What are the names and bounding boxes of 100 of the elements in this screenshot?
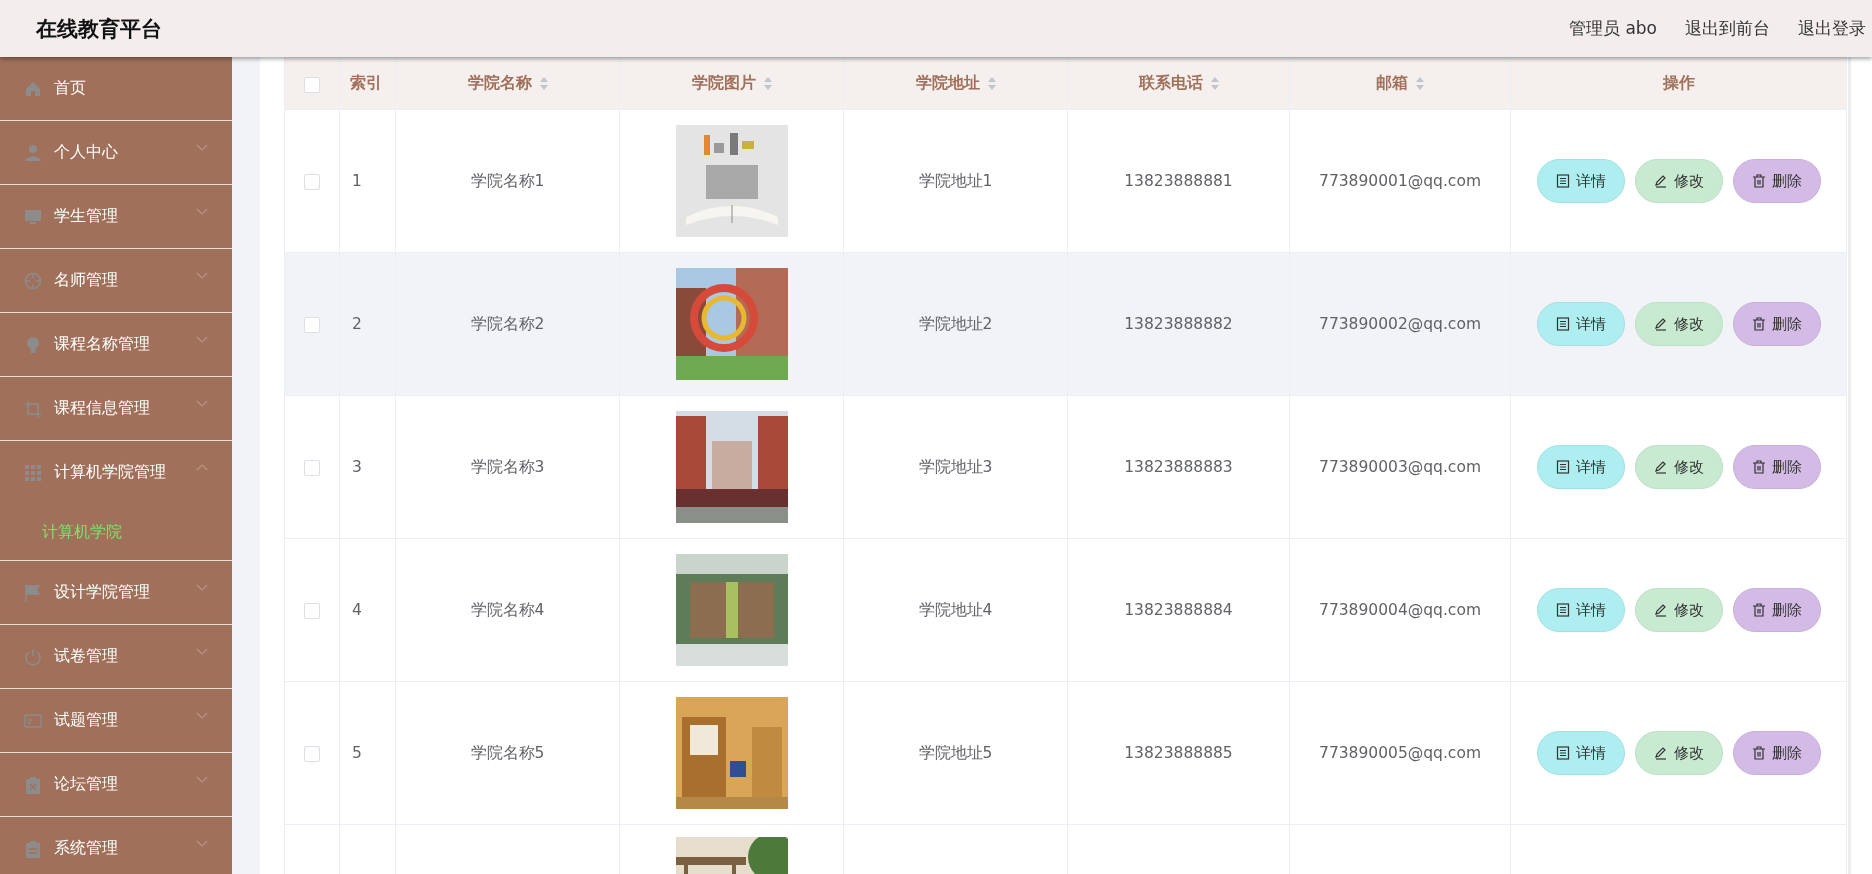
pencil-icon [1653, 317, 1668, 331]
name-cell: 学院名称2 [470, 314, 545, 333]
user-icon [24, 143, 42, 162]
index-cell: 5 [352, 744, 362, 762]
email-cell: 773890003@qq.com [1319, 458, 1481, 476]
row-checkbox[interactable] [304, 317, 320, 333]
flag-icon [24, 583, 42, 602]
details-button[interactable]: 详情 [1536, 588, 1625, 632]
sidebar-item[interactable]: 首页 [0, 57, 232, 120]
edit-button[interactable]: 修改 [1634, 445, 1723, 489]
details-button[interactable]: 详情 [1536, 159, 1625, 203]
document-icon [1555, 460, 1570, 474]
monitor-icon [24, 207, 42, 226]
pencil-icon [1653, 460, 1668, 474]
sidebar-item[interactable]: 试卷管理 [0, 625, 232, 688]
phone-cell: 13823888882 [1124, 315, 1233, 333]
trash-icon [1751, 460, 1766, 474]
address-cell: 学院地址2 [918, 314, 993, 333]
document-icon [1555, 603, 1570, 617]
phone-header[interactable]: 联系电话 [1138, 73, 1203, 94]
edit-button[interactable]: 修改 [1634, 159, 1723, 203]
name-cell: 学院名称4 [470, 600, 545, 619]
front-page-link[interactable]: 退出到前台 [1685, 17, 1770, 40]
name-header[interactable]: 学院名称 [467, 73, 532, 94]
email-header[interactable]: 邮箱 [1376, 73, 1408, 94]
actions-header: 操作 [1662, 73, 1695, 94]
index-cell: 2 [352, 315, 362, 333]
chevron-down-icon [196, 143, 208, 152]
email-cell: 773890002@qq.com [1319, 315, 1481, 333]
delete-button[interactable]: 删除 [1732, 445, 1821, 489]
email-cell: 773890001@qq.com [1319, 172, 1481, 190]
address-cell: 学院地址3 [918, 457, 993, 476]
sidebar-item[interactable]: 论坛管理 [0, 753, 232, 816]
delete-button[interactable]: 删除 [1732, 731, 1821, 775]
crop-icon [24, 399, 42, 418]
clipboard-icon [24, 775, 42, 794]
details-button[interactable]: 详情 [1536, 731, 1625, 775]
chevron-down-icon [196, 711, 208, 720]
chevron-down-icon [196, 647, 208, 656]
crosshair-icon [24, 271, 42, 290]
row-checkbox[interactable] [304, 603, 320, 619]
trash-icon [1751, 603, 1766, 617]
delete-button[interactable]: 删除 [1732, 159, 1821, 203]
sidebar-item[interactable]: 名师管理 [0, 249, 232, 312]
row-checkbox[interactable] [304, 746, 320, 762]
grid-icon [24, 463, 42, 482]
phone-cell: 13823888881 [1124, 172, 1233, 190]
phone-cell: 13823888883 [1124, 458, 1233, 476]
delete-button[interactable]: 删除 [1732, 588, 1821, 632]
row-checkbox[interactable] [304, 460, 320, 476]
trash-icon [1751, 174, 1766, 188]
chevron-down-icon [196, 399, 208, 408]
sidebar-item[interactable]: 计算机学院管理 [0, 441, 232, 504]
sidebar-item[interactable]: 课程名称管理 [0, 313, 232, 376]
sidebar-item[interactable]: 试题管理 [0, 689, 232, 752]
name-cell: 学院名称1 [470, 171, 545, 190]
pencil-icon [1653, 603, 1668, 617]
row-checkbox[interactable] [304, 174, 320, 190]
sidebar-item[interactable]: 课程信息管理 [0, 377, 232, 440]
select-all-checkbox[interactable] [304, 76, 320, 93]
chevron-down-icon [196, 207, 208, 216]
phone-cell: 13823888885 [1124, 744, 1233, 762]
sidebar-item[interactable]: 个人中心 [0, 121, 232, 184]
chevron-down-icon [196, 335, 208, 344]
pencil-icon [1653, 174, 1668, 188]
power-icon [24, 647, 42, 666]
name-cell: 学院名称3 [470, 457, 545, 476]
trash-icon [1751, 746, 1766, 760]
sidebar-item[interactable]: 学生管理 [0, 185, 232, 248]
user-name-link[interactable]: 管理员 abo [1569, 17, 1657, 40]
edit-button[interactable]: 修改 [1634, 588, 1723, 632]
card-icon [24, 711, 42, 730]
chevron-down-icon [196, 775, 208, 784]
address-header[interactable]: 学院地址 [915, 73, 980, 94]
sidebar-item[interactable]: 系统管理 [0, 817, 232, 874]
home-icon [24, 79, 42, 98]
email-cell: 773890004@qq.com [1319, 601, 1481, 619]
pencil-icon [1653, 746, 1668, 760]
logout-link[interactable]: 退出登录 [1798, 17, 1866, 40]
document-icon [1555, 174, 1570, 188]
index-cell: 1 [352, 172, 362, 190]
image-header[interactable]: 学院图片 [691, 73, 756, 94]
clipboard-icon [24, 839, 42, 858]
edit-button[interactable]: 修改 [1634, 731, 1723, 775]
chevron-up-icon [196, 463, 208, 472]
phone-cell: 13823888884 [1124, 601, 1233, 619]
edit-button[interactable]: 修改 [1634, 302, 1723, 346]
details-button[interactable]: 详情 [1536, 302, 1625, 346]
name-cell: 学院名称5 [470, 743, 545, 762]
chevron-down-icon [196, 583, 208, 592]
bulb-icon [24, 335, 42, 354]
details-button[interactable]: 详情 [1536, 445, 1625, 489]
index-header: 索引 [350, 73, 382, 94]
address-cell: 学院地址1 [918, 171, 993, 190]
chevron-down-icon [196, 271, 208, 280]
chevron-down-icon [196, 839, 208, 848]
sidebar-item[interactable]: 设计学院管理 [0, 561, 232, 624]
document-icon [1555, 317, 1570, 331]
document-icon [1555, 746, 1570, 760]
delete-button[interactable]: 删除 [1732, 302, 1821, 346]
